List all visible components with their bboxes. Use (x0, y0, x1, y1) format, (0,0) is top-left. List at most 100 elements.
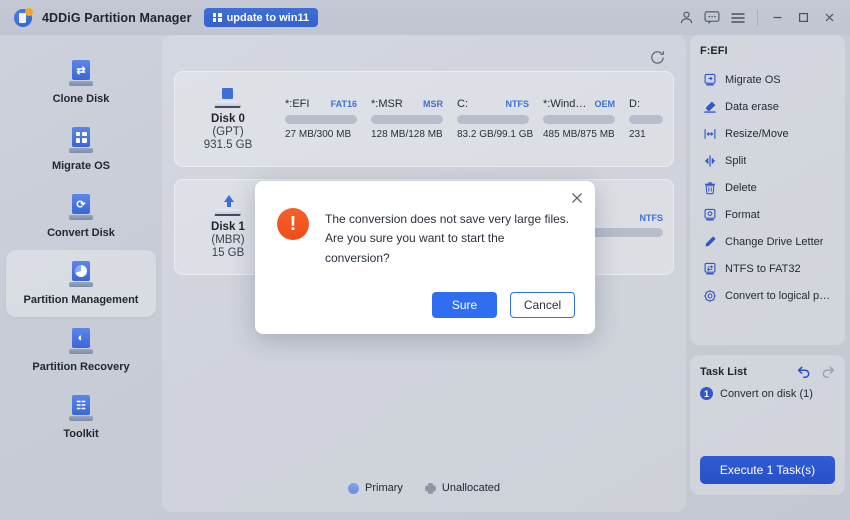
maximize-icon[interactable] (790, 5, 816, 31)
sidebar-item-partition-management[interactable]: Partition Management (6, 250, 156, 317)
partition-list: *:EFI FAT16 27 MB/300 MB *:MSR MSR 128 M… (267, 98, 663, 140)
partition-item[interactable]: *:Windows… OEM 485 MB/875 MB (543, 98, 615, 140)
partition-size: 231 (629, 129, 646, 140)
task-list-header: Task List (700, 365, 835, 378)
operation-ntfs-to-fat32[interactable]: NTFS to FAT32 (700, 255, 835, 282)
convert-fs-icon (702, 261, 717, 276)
confirmation-dialog: ! The conversion does not save very larg… (255, 181, 595, 334)
partition-item[interactable]: C: NTFS 83.2 GB/99.1 GB (457, 98, 533, 140)
disk-icon (213, 194, 243, 218)
partition-label: C: (457, 98, 468, 110)
operation-label: Resize/Move (725, 127, 789, 140)
partition-size: 27 MB/300 MB (285, 129, 352, 140)
partition-usage-bar (629, 115, 663, 124)
sidebar-item-convert-disk[interactable]: ⟳ Convert Disk (6, 183, 156, 250)
disk-icon (213, 87, 243, 110)
disk-capacity: 931.5 GB (203, 138, 253, 151)
dialog-close-icon[interactable] (568, 189, 586, 207)
disk-capacity: 15 GB (211, 246, 245, 259)
data-erase-icon (702, 99, 717, 114)
partition-item[interactable]: D: 231 (629, 98, 663, 140)
partition-label: *:Windows… (543, 98, 588, 110)
partition-filesystem: OEM (594, 99, 615, 109)
task-list-title: Task List (700, 365, 747, 378)
legend-item-unallocated: Unallocated (424, 482, 500, 494)
partition-usage-bar (371, 115, 443, 124)
operation-label: NTFS to FAT32 (725, 262, 801, 275)
task-label: Convert on disk (1) (720, 387, 813, 400)
partition-usage-bar (543, 115, 615, 124)
task-list-card: Task List 1 Convert on disk (1) Execute … (690, 355, 845, 495)
dialog-body: ! The conversion does not save very larg… (255, 181, 595, 268)
operation-resize-move[interactable]: Resize/Move (700, 120, 835, 147)
sidebar-item-toolkit[interactable]: ☷ Toolkit (6, 384, 156, 451)
operation-convert-to-logical-partition[interactable]: Convert to logical partiti… (700, 282, 835, 309)
dialog-actions: Sure Cancel (432, 292, 575, 318)
resize-move-icon (702, 126, 717, 141)
windows-grid-icon (212, 13, 222, 22)
pencil-icon (702, 234, 717, 249)
sure-button[interactable]: Sure (432, 292, 497, 318)
operation-migrate-os[interactable]: Migrate OS (700, 66, 835, 93)
undo-icon[interactable] (797, 365, 811, 378)
operation-split[interactable]: Split (700, 147, 835, 174)
partition-item[interactable]: *:EFI FAT16 27 MB/300 MB (285, 98, 357, 140)
app-logo-icon (14, 7, 33, 27)
sidebar-item-partition-recovery[interactable]: ◐ Partition Recovery (6, 317, 156, 384)
operation-format[interactable]: Format (700, 201, 835, 228)
partition-usage-bar (285, 115, 357, 124)
unallocated-swatch-icon (424, 482, 436, 494)
operation-delete[interactable]: Delete (700, 174, 835, 201)
format-icon (702, 207, 717, 222)
task-index-badge: 1 (700, 387, 713, 400)
sidebar-item-migrate-os[interactable]: Migrate OS (6, 116, 156, 183)
operation-change-drive-letter[interactable]: Change Drive Letter (700, 228, 835, 255)
undo-redo-group (797, 365, 835, 378)
legend: Primary Unallocated (162, 482, 686, 494)
cancel-button[interactable]: Cancel (510, 292, 575, 318)
disk-name: Disk 1 (211, 220, 245, 233)
menu-icon[interactable] (725, 5, 751, 31)
close-icon[interactable] (816, 5, 842, 31)
disk-scheme: (MBR) (211, 233, 245, 246)
execute-tasks-button[interactable]: Execute 1 Task(s) (700, 456, 835, 484)
convert-disk-icon: ⟳ (69, 194, 93, 220)
titlebar-divider (757, 9, 758, 26)
partition-filesystem: MSR (423, 99, 443, 109)
task-list-item[interactable]: 1 Convert on disk (1) (700, 387, 835, 400)
redo-icon[interactable] (821, 365, 835, 378)
operation-label: Convert to logical partiti… (725, 289, 835, 302)
partition-filesystem: NTFS (639, 212, 664, 223)
dialog-message: The conversion does not save very large … (325, 212, 570, 265)
operations-card: F:EFI Migrate OS Data erase Resize/Move … (690, 35, 845, 345)
sidebar-item-clone-disk[interactable]: ⇄ Clone Disk (6, 49, 156, 116)
right-panel: F:EFI Migrate OS Data erase Resize/Move … (690, 35, 845, 495)
clone-disk-icon: ⇄ (69, 60, 93, 86)
migrate-os-icon (702, 72, 717, 87)
split-icon (702, 153, 717, 168)
operation-data-erase[interactable]: Data erase (700, 93, 835, 120)
update-to-win11-button[interactable]: update to win11 (203, 8, 319, 27)
migrate-os-icon (69, 127, 93, 153)
refresh-icon[interactable] (649, 49, 666, 66)
partition-item[interactable]: *:MSR MSR 128 MB/128 MB (371, 98, 443, 140)
partition-usage-bar (457, 115, 529, 124)
operation-label: Split (725, 154, 747, 167)
disk-name: Disk 0 (211, 112, 245, 125)
partition-recovery-icon: ◐ (69, 328, 93, 354)
operation-label: Delete (725, 181, 757, 194)
sidebar-item-label: Toolkit (63, 428, 99, 440)
operation-label: Migrate OS (725, 73, 781, 86)
account-icon[interactable] (673, 5, 699, 31)
minimize-icon[interactable] (764, 5, 790, 31)
sidebar: ⇄ Clone Disk Migrate OS ⟳ Convert Disk P… (0, 35, 162, 520)
feedback-icon[interactable] (699, 5, 725, 31)
legend-item-primary: Primary (348, 482, 403, 494)
legend-label: Unallocated (441, 482, 500, 494)
disk-row[interactable]: Disk 0 (GPT) 931.5 GB *:EFI FAT16 27 MB/… (174, 71, 674, 167)
sidebar-item-label: Partition Recovery (32, 361, 130, 373)
partition-size: 128 MB/128 MB (371, 129, 443, 140)
toolbar-row (174, 43, 674, 71)
selected-partition-title: F:EFI (700, 45, 728, 57)
partition-label: *:EFI (285, 98, 310, 110)
